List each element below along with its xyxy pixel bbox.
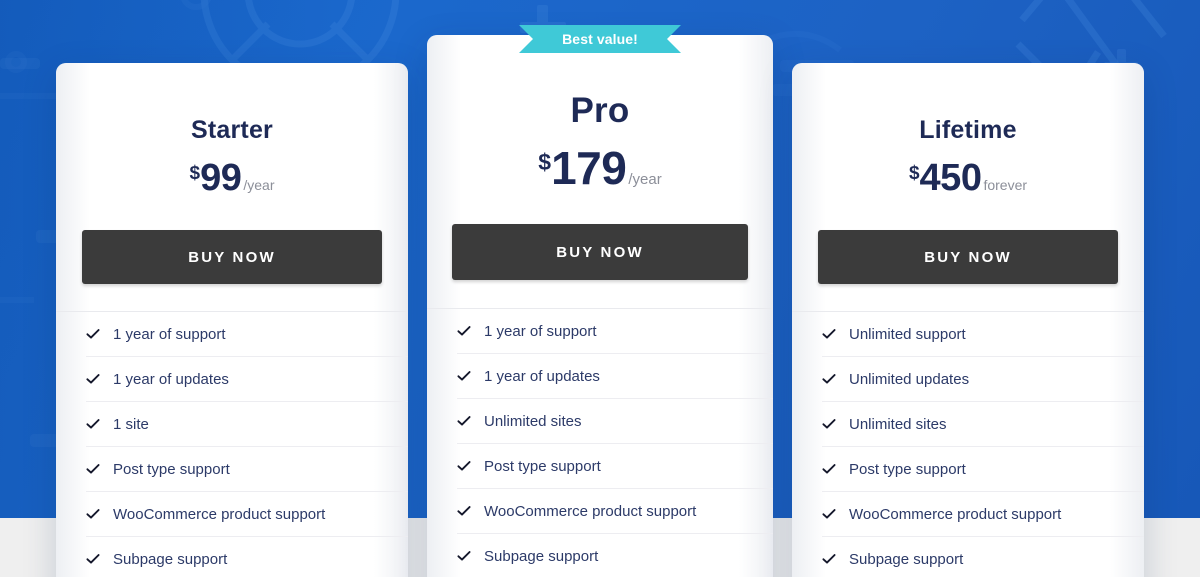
plan-name: Starter (191, 116, 273, 144)
list-item: Post type support (457, 444, 773, 489)
pricing-card-starter: Starter $ 99 /year BUY NOW 1 year of sup… (56, 63, 408, 577)
check-icon (457, 414, 471, 428)
check-icon (86, 507, 100, 521)
feature-label: Unlimited sites (849, 415, 947, 433)
feature-list: 1 year of support 1 year of updates Unli… (427, 309, 773, 577)
price-amount: 99 (200, 157, 242, 199)
feature-label: 1 site (113, 415, 149, 433)
feature-label: Post type support (849, 460, 966, 478)
check-icon (457, 324, 471, 338)
list-item: Unlimited sites (822, 402, 1144, 447)
list-item: Post type support (822, 447, 1144, 492)
pricing-card-pro: Pro $ 179 /year BUY NOW 1 year of suppor… (427, 35, 773, 577)
check-icon (457, 459, 471, 473)
list-item: 1 year of support (457, 309, 773, 354)
list-item: 1 year of updates (457, 354, 773, 399)
list-item: Post type support (86, 447, 408, 492)
feature-label: Unlimited updates (849, 370, 970, 388)
plan-price: $ 450 forever (792, 159, 1144, 197)
buy-now-button[interactable]: BUY NOW (82, 230, 382, 284)
list-item: WooCommerce product support (86, 492, 408, 537)
feature-label: WooCommerce product support (484, 502, 697, 520)
list-item: Unlimited updates (822, 357, 1144, 402)
check-icon (822, 327, 836, 341)
buy-now-button[interactable]: BUY NOW (818, 230, 1118, 284)
best-value-ribbon: Best value! (519, 25, 681, 56)
list-item: Subpage support (457, 534, 773, 577)
feature-label: Post type support (113, 460, 230, 478)
feature-list: 1 year of support 1 year of updates 1 si… (56, 312, 408, 577)
price-amount: 179 (551, 142, 627, 194)
check-icon (86, 552, 100, 566)
list-item: 1 year of updates (86, 357, 408, 402)
check-icon (822, 507, 836, 521)
plan-price: $ 99 /year (56, 159, 408, 197)
feature-label: Subpage support (484, 547, 599, 565)
check-icon (822, 552, 836, 566)
check-icon (86, 417, 100, 431)
buy-now-button[interactable]: BUY NOW (452, 224, 748, 280)
check-icon (822, 462, 836, 476)
price-period: /year (243, 177, 275, 193)
plan-name: Lifetime (919, 116, 1017, 144)
price-currency: $ (908, 163, 920, 184)
check-icon (86, 327, 100, 341)
list-item: 1 site (86, 402, 408, 447)
list-item: Subpage support (822, 537, 1144, 577)
feature-label: Post type support (484, 457, 601, 475)
check-icon (822, 417, 836, 431)
card-header: Pro $ 179 /year BUY NOW (427, 35, 773, 280)
price-currency: $ (189, 163, 201, 184)
check-icon (457, 504, 471, 518)
pricing-page: Starter $ 99 /year BUY NOW 1 year of sup… (0, 0, 1200, 577)
feature-label: Subpage support (849, 550, 964, 568)
feature-label: Unlimited sites (484, 412, 582, 430)
list-item: WooCommerce product support (822, 492, 1144, 537)
pricing-card-lifetime: Lifetime $ 450 forever BUY NOW Unlimited… (792, 63, 1144, 577)
card-header: Starter $ 99 /year BUY NOW (56, 63, 408, 284)
list-item: WooCommerce product support (457, 489, 773, 534)
check-icon (822, 372, 836, 386)
feature-list: Unlimited support Unlimited updates Unli… (792, 312, 1144, 577)
feature-label: 1 year of updates (484, 367, 600, 385)
list-item: Unlimited support (822, 312, 1144, 357)
price-currency: $ (538, 149, 552, 175)
feature-label: Subpage support (113, 550, 228, 568)
list-item: Subpage support (86, 537, 408, 577)
check-icon (86, 372, 100, 386)
card-header: Lifetime $ 450 forever BUY NOW (792, 63, 1144, 284)
feature-label: WooCommerce product support (849, 505, 1062, 523)
feature-label: Unlimited support (849, 325, 966, 343)
feature-label: 1 year of updates (113, 370, 229, 388)
list-item: 1 year of support (86, 312, 408, 357)
ribbon-label: Best value! (562, 31, 638, 47)
check-icon (86, 462, 100, 476)
plan-price: $ 179 /year (427, 145, 773, 191)
list-item: Unlimited sites (457, 399, 773, 444)
check-icon (457, 549, 471, 563)
check-icon (457, 369, 471, 383)
feature-label: 1 year of support (484, 322, 597, 340)
feature-label: WooCommerce product support (113, 505, 326, 523)
feature-label: 1 year of support (113, 325, 226, 343)
price-period: /year (628, 171, 662, 188)
price-period: forever (983, 177, 1028, 193)
price-amount: 450 (919, 157, 982, 199)
